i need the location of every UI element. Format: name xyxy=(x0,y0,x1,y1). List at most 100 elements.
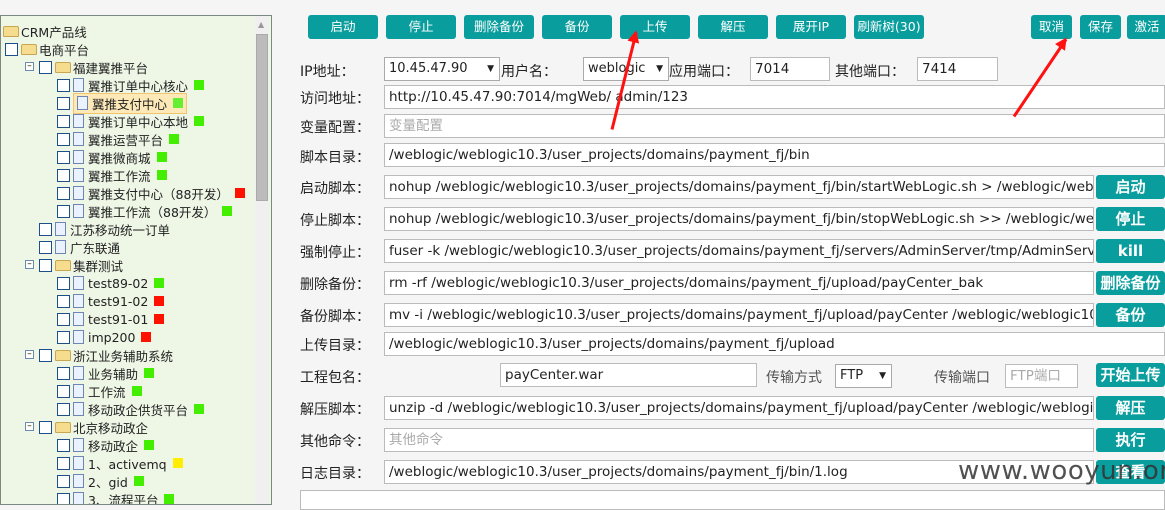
node-checkbox[interactable] xyxy=(57,402,70,416)
script-input[interactable]: rm -rf /weblogic/weblogic10.3/user_proje… xyxy=(384,271,1094,295)
unzip-input[interactable]: unzip -d /weblogic/weblogic10.3/user_pro… xyxy=(384,396,1094,420)
tree-node[interactable]: 翼推运营平台 xyxy=(57,130,180,148)
row-action-button[interactable]: 启动 xyxy=(1096,175,1165,199)
toolbar-button[interactable]: 停止 xyxy=(386,15,456,39)
tree-node[interactable]: 翼推工作流 xyxy=(57,166,167,184)
tree-node[interactable]: 翼推订单中心本地 xyxy=(57,112,205,130)
toolbar-button[interactable]: 保存 xyxy=(1080,15,1121,39)
row-action-button[interactable]: 停止 xyxy=(1096,207,1165,231)
node-checkbox[interactable] xyxy=(57,96,70,110)
node-checkbox[interactable] xyxy=(57,204,70,218)
node-checkbox[interactable] xyxy=(57,294,70,308)
node-checkbox[interactable] xyxy=(39,60,52,74)
toolbar-button[interactable]: 删除备份 xyxy=(464,15,534,39)
toolbar-button[interactable]: 解压 xyxy=(698,15,768,39)
row-action-button[interactable]: kill xyxy=(1096,239,1165,263)
node-checkbox[interactable] xyxy=(57,132,70,146)
upload-dir-input[interactable]: /weblogic/weblogic10.3/user_projects/dom… xyxy=(384,332,1165,356)
tree-node[interactable]: 2、gid xyxy=(57,472,144,490)
toolbar-button[interactable]: 取消 xyxy=(1031,15,1072,39)
scroll-up-icon[interactable]: ▲ xyxy=(258,20,264,29)
transfer-select[interactable]: FTP ▼ xyxy=(835,364,892,388)
toolbar-button[interactable]: 启动 xyxy=(308,15,378,39)
tree-node[interactable]: 移动政企供货平台 xyxy=(57,400,205,418)
node-checkbox[interactable] xyxy=(39,420,52,434)
ip-select[interactable]: 10.45.47.90 ▼ xyxy=(384,57,500,81)
toolbar-button[interactable]: 激活 xyxy=(1127,15,1165,39)
node-checkbox[interactable] xyxy=(57,438,70,452)
collapse-icon[interactable]: – xyxy=(25,260,34,269)
toolbar-button[interactable]: 备份 xyxy=(542,15,612,39)
node-checkbox[interactable] xyxy=(57,456,70,470)
start-upload-button[interactable]: 开始上传 xyxy=(1096,363,1165,387)
tree-node[interactable]: 电商平台 xyxy=(5,40,89,58)
tree-node[interactable]: 业务辅助 xyxy=(57,364,155,382)
tree-node[interactable]: test89-02 xyxy=(57,274,165,292)
app-port-input[interactable]: 7014 xyxy=(750,57,830,81)
toolbar-button[interactable]: 刷新树(30) xyxy=(854,15,924,39)
node-checkbox[interactable] xyxy=(57,186,70,200)
script-input[interactable]: nohup /weblogic/weblogic10.3/user_projec… xyxy=(384,207,1094,231)
node-checkbox[interactable] xyxy=(57,150,70,164)
package-input[interactable]: payCenter.war xyxy=(500,363,757,387)
row-action-button[interactable]: 删除备份 xyxy=(1096,271,1165,295)
row-action-button[interactable]: 备份 xyxy=(1096,303,1165,327)
tree-node[interactable]: test91-01 xyxy=(57,310,165,328)
script-input[interactable]: fuser -k /weblogic/weblogic10.3/user_pro… xyxy=(384,239,1094,263)
row-label: 删除备份： xyxy=(300,277,370,293)
node-checkbox[interactable] xyxy=(5,42,18,56)
tree-root[interactable]: CRM产品线 xyxy=(3,22,87,40)
node-checkbox[interactable] xyxy=(39,348,52,362)
script-input[interactable]: nohup /weblogic/weblogic10.3/user_projec… xyxy=(384,175,1094,199)
tree-node[interactable]: 3、流程平台 xyxy=(57,490,175,504)
node-checkbox[interactable] xyxy=(57,168,70,182)
output-textarea[interactable] xyxy=(300,490,1165,510)
tree-node[interactable]: 翼推支付中心（88开发） xyxy=(57,184,245,202)
node-checkbox[interactable] xyxy=(57,492,70,504)
execute-button[interactable]: 执行 xyxy=(1096,428,1165,452)
other-port-input[interactable]: 7414 xyxy=(917,57,998,81)
tree-node[interactable]: 1、activemq xyxy=(57,454,183,472)
tree-node[interactable]: 翼推支付中心 xyxy=(57,92,188,114)
collapse-icon[interactable]: – xyxy=(25,350,34,359)
node-label: 1、activemq xyxy=(88,456,167,472)
tree-node[interactable]: imp200 xyxy=(57,328,152,346)
tree-node[interactable]: 广东联通 xyxy=(39,238,120,256)
node-checkbox[interactable] xyxy=(57,312,70,326)
package-label: 工程包名： xyxy=(300,370,370,386)
selected-node[interactable]: 翼推支付中心 xyxy=(73,92,188,114)
tree-node[interactable]: 翼推微商城 xyxy=(57,148,167,166)
var-input[interactable]: 变量配置 xyxy=(384,114,1165,138)
tree-node[interactable]: – 浙江业务辅助系统 xyxy=(25,346,173,364)
tree-node[interactable]: 工作流 xyxy=(57,382,142,400)
scrollbar-thumb[interactable] xyxy=(256,34,268,201)
node-checkbox[interactable] xyxy=(57,474,70,488)
tree-node[interactable]: 翼推订单中心核心 xyxy=(57,76,205,94)
tree-node[interactable]: 移动政企 xyxy=(57,436,155,454)
other-cmd-input[interactable]: 其他命令 xyxy=(384,428,1094,452)
tree-node[interactable]: 翼推工作流（88开发） xyxy=(57,202,233,220)
node-checkbox[interactable] xyxy=(57,276,70,290)
tree-node[interactable]: – 北京移动政企 xyxy=(25,418,148,436)
node-checkbox[interactable] xyxy=(57,384,70,398)
node-checkbox[interactable] xyxy=(39,240,52,254)
node-checkbox[interactable] xyxy=(57,330,70,344)
unzip-button[interactable]: 解压 xyxy=(1096,396,1165,420)
toolbar-button[interactable]: 展开IP xyxy=(776,15,846,39)
node-checkbox[interactable] xyxy=(57,366,70,380)
tree-node[interactable]: 江苏移动统一订单 xyxy=(39,220,170,238)
node-checkbox[interactable] xyxy=(39,222,52,236)
node-checkbox[interactable] xyxy=(39,258,52,272)
transfer-port-input[interactable]: FTP端口 xyxy=(1005,364,1078,388)
node-checkbox[interactable] xyxy=(57,114,70,128)
tree-node[interactable]: – 福建翼推平台 xyxy=(25,58,148,76)
tree-scrollbar[interactable]: ▲ xyxy=(255,16,269,504)
tree-node[interactable]: – 集群测试 xyxy=(25,256,123,274)
collapse-icon[interactable]: – xyxy=(25,62,34,71)
collapse-icon[interactable]: – xyxy=(25,422,34,431)
node-checkbox[interactable] xyxy=(57,78,70,92)
url-input[interactable]: http://10.45.47.90:7014/mgWeb/ admin/123 xyxy=(384,85,1165,109)
script-dir-input[interactable]: /weblogic/weblogic10.3/user_projects/dom… xyxy=(384,143,1165,167)
script-input[interactable]: mv -i /weblogic/weblogic10.3/user_projec… xyxy=(384,303,1094,327)
tree-node[interactable]: test91-02 xyxy=(57,292,165,310)
